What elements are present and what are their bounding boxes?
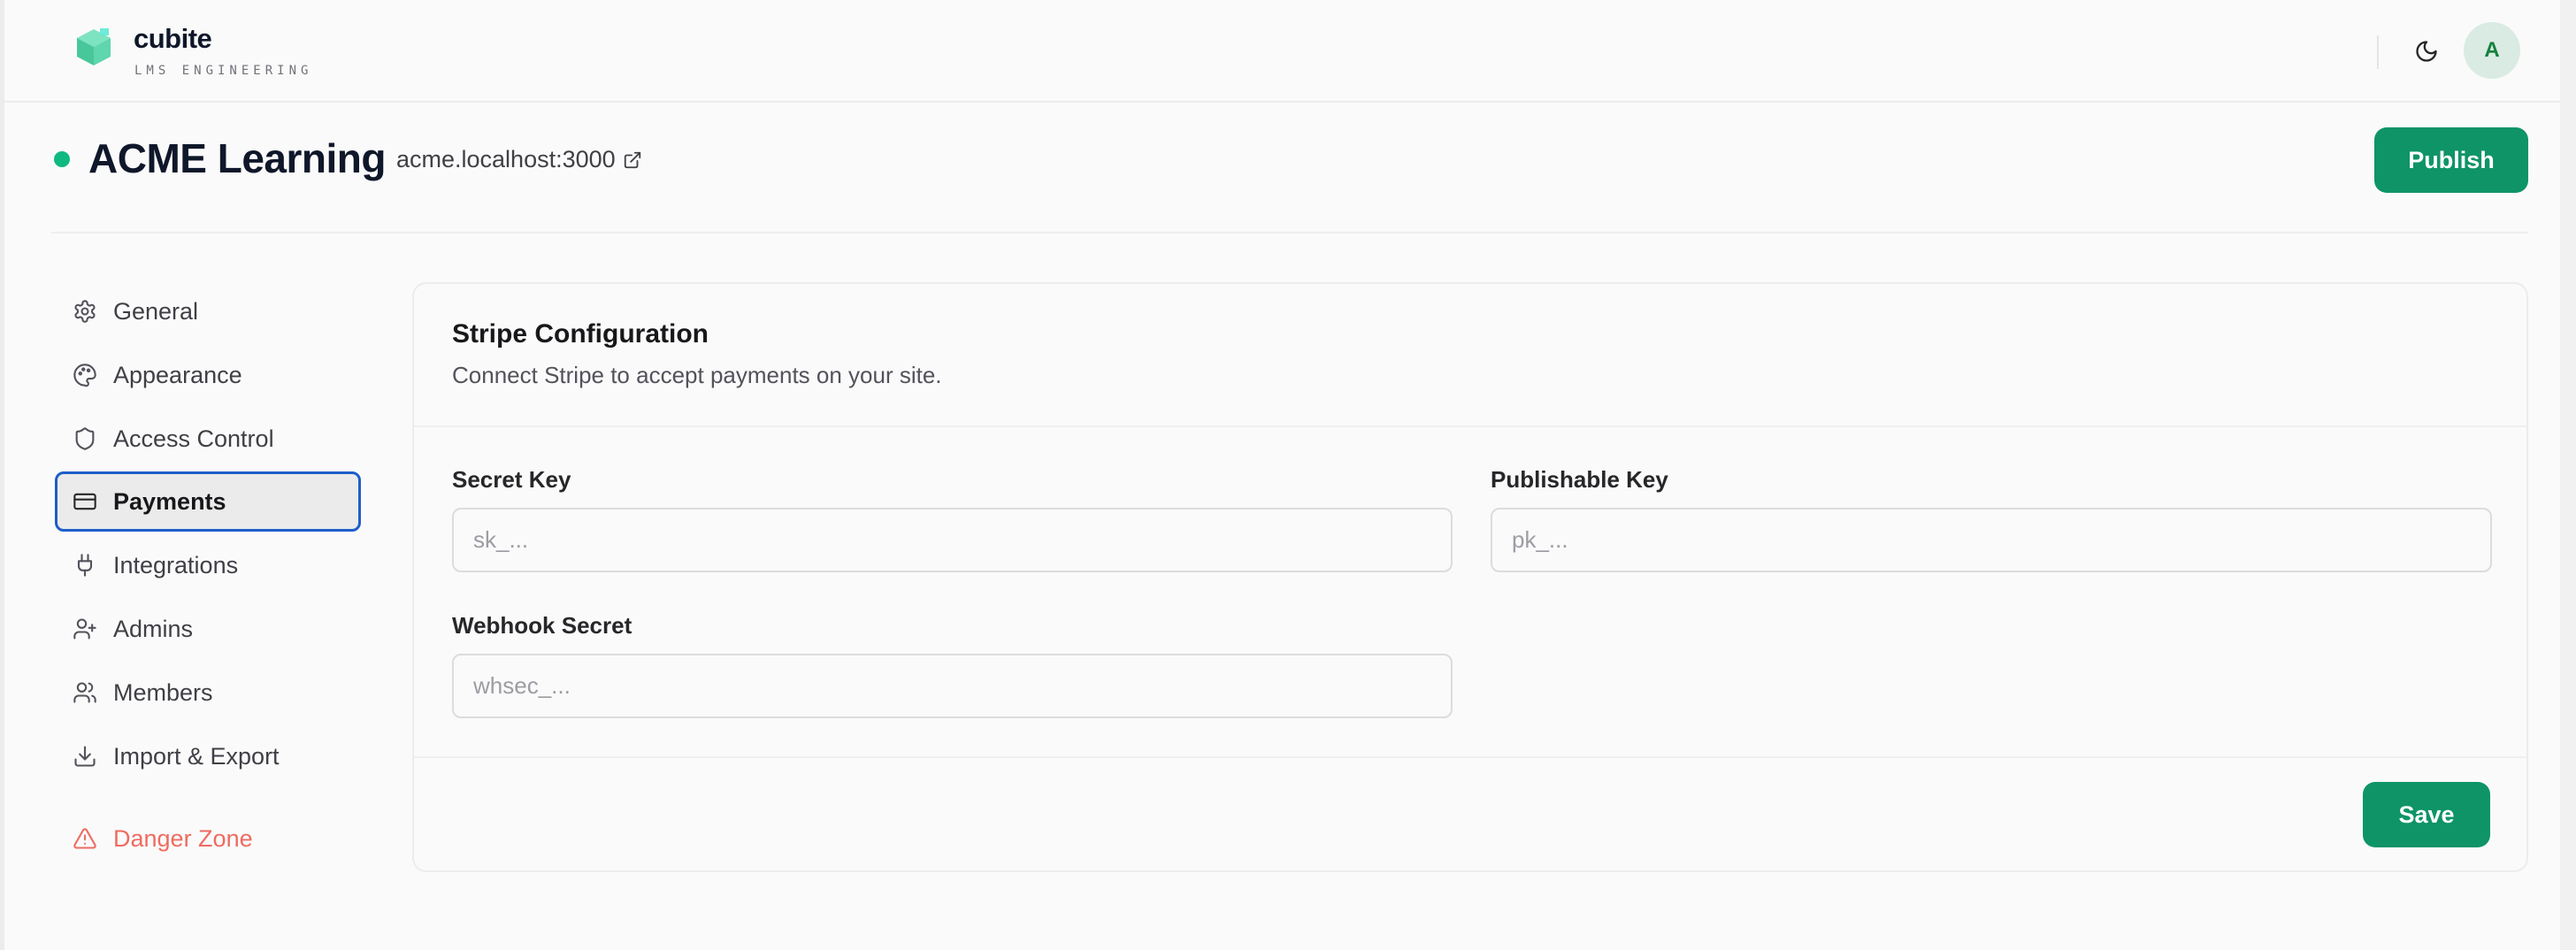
shield-icon	[75, 427, 95, 450]
card-description: Connect Stripe to accept payments on you…	[452, 362, 942, 388]
publishable-key-input[interactable]	[1491, 508, 2492, 572]
top-bar: cubite LMS ENGINEERING A	[4, 0, 2560, 103]
sidebar-item-label: Integrations	[113, 551, 239, 578]
sidebar-item-label: Payments	[113, 487, 226, 515]
download-icon	[74, 746, 96, 767]
publishable-key-label: Publishable Key	[1491, 466, 1668, 493]
sidebar-item-appearance[interactable]: Appearance	[55, 345, 361, 405]
users-icon	[73, 682, 96, 703]
sidebar-item-label: General	[113, 297, 199, 325]
sidebar-item-payments[interactable]: Payments	[55, 471, 361, 532]
site-url-text: acme.localhost:3000	[396, 146, 616, 172]
site-url-link[interactable]: acme.localhost:3000	[396, 146, 642, 173]
theme-toggle-button[interactable]	[2405, 30, 2448, 73]
user-plus-icon	[73, 618, 96, 640]
card-divider	[414, 425, 2526, 427]
card-title: Stripe Configuration	[452, 319, 709, 349]
secret-key-input[interactable]	[452, 508, 1453, 572]
save-button[interactable]: Save	[2363, 782, 2490, 847]
webhook-secret-label: Webhook Secret	[452, 612, 632, 639]
topbar-divider	[2377, 35, 2379, 69]
secret-key-label: Secret Key	[452, 466, 571, 493]
sidebar-item-label: Danger Zone	[113, 824, 253, 852]
brand-subtitle: LMS ENGINEERING	[134, 64, 313, 78]
palette-icon	[73, 364, 96, 387]
window-edge-left	[0, 0, 4, 950]
brand-name: cubite	[134, 23, 212, 54]
webhook-secret-input[interactable]	[452, 654, 1453, 718]
cube-logo-icon	[77, 28, 111, 65]
site-title: ACME Learning	[88, 135, 386, 181]
sidebar-item-import-export[interactable]: Import & Export	[55, 726, 361, 786]
header-divider	[51, 232, 2528, 234]
status-indicator	[54, 151, 70, 167]
publish-button[interactable]: Publish	[2374, 127, 2528, 193]
warning-triangle-icon	[73, 828, 96, 849]
sidebar-item-access-control[interactable]: Access Control	[55, 409, 361, 469]
credit-card-icon	[73, 493, 96, 510]
sidebar-item-members[interactable]: Members	[55, 663, 361, 723]
gear-icon	[74, 300, 96, 323]
sidebar-item-label: Import & Export	[113, 742, 280, 770]
sidebar-item-label: Access Control	[113, 425, 274, 452]
sidebar-item-integrations[interactable]: Integrations	[55, 535, 361, 595]
user-avatar[interactable]: A	[2464, 22, 2520, 79]
sidebar-item-label: Members	[113, 678, 213, 706]
stripe-config-card: Stripe Configuration Connect Stripe to a…	[412, 282, 2528, 872]
scrollbar-track[interactable]	[2560, 0, 2576, 950]
moon-icon	[2416, 41, 2437, 62]
sidebar-item-admins[interactable]: Admins	[55, 599, 361, 659]
external-link-icon	[624, 151, 640, 168]
sidebar-item-label: Appearance	[113, 361, 242, 388]
sidebar-item-label: Admins	[113, 615, 194, 642]
card-divider	[414, 756, 2526, 758]
sidebar-item-danger-zone[interactable]: Danger Zone	[55, 808, 361, 869]
sidebar-item-general[interactable]: General	[55, 281, 361, 341]
plug-icon	[77, 554, 93, 577]
